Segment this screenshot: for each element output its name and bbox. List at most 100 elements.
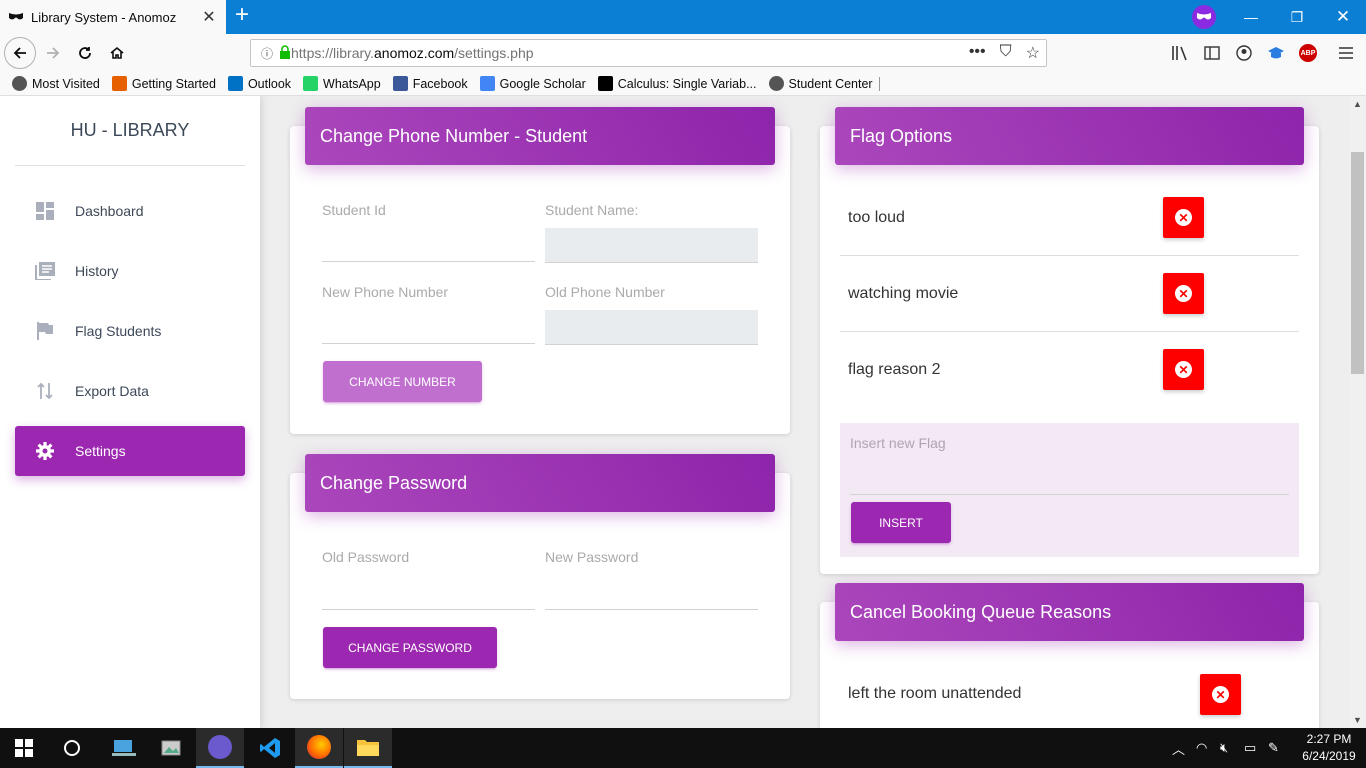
insert-flag-button[interactable]: INSERT — [851, 502, 951, 543]
mask-favicon-icon — [8, 9, 24, 25]
hamburger-menu-icon[interactable] — [1336, 43, 1356, 63]
student-id-input[interactable] — [322, 261, 535, 262]
lock-icon — [279, 45, 291, 62]
bookmark-label: WhatsApp — [323, 76, 381, 91]
close-circle-icon: ✕ — [1212, 686, 1229, 703]
new-phone-label: New Phone Number — [322, 284, 449, 300]
sidebar-item-label: History — [75, 263, 119, 279]
cancel-card-title: Cancel Booking Queue Reasons — [835, 583, 1304, 641]
sidebar-toggle-icon[interactable] — [1202, 43, 1222, 63]
bookmark-label: Facebook — [412, 76, 468, 91]
scroll-down-arrow-icon[interactable]: ▼ — [1349, 712, 1366, 728]
change-password-button[interactable]: CHANGE PASSWORD — [323, 627, 497, 668]
clock-time: 2:27 PM — [1306, 732, 1352, 746]
reload-icon[interactable] — [70, 38, 100, 68]
bookmark-label: Student Center — [788, 76, 873, 91]
private-mask-icon — [1192, 5, 1216, 29]
firefox-taskbar-icon[interactable] — [295, 728, 343, 768]
bookmark-item[interactable]: Student Center — [768, 76, 873, 91]
cortana-search-icon[interactable] — [48, 728, 96, 768]
globe-icon — [768, 76, 784, 91]
calculus-icon — [597, 76, 613, 91]
scroll-up-arrow-icon[interactable]: ▲ — [1349, 96, 1366, 112]
clock-date: 6/24/2019 — [1302, 749, 1356, 763]
back-arrow-icon[interactable] — [4, 37, 36, 69]
export-icon — [35, 381, 55, 401]
volume-muted-icon[interactable]: 🔇︎ — [1220, 740, 1244, 756]
restore-icon[interactable]: ❐ — [1274, 0, 1320, 34]
photos-app-icon[interactable] — [148, 728, 196, 768]
tab-title: Library System - Anomoz — [31, 9, 177, 25]
bookmark-item[interactable]: Outlook — [227, 76, 292, 91]
windows-taskbar: ︿ ◠ 🔇︎ ▭ ✎ 2:27 PM 6/24/2019 — [0, 728, 1366, 768]
forward-arrow-icon[interactable] — [38, 38, 68, 68]
windows-start-icon[interactable] — [0, 728, 48, 768]
sidebar-item-dashboard[interactable]: Dashboard — [15, 186, 245, 236]
facebook-icon — [392, 76, 408, 91]
flag-option-row: too loud ✕ — [840, 180, 1299, 256]
page-scrollbar[interactable]: ▲ ▼ — [1349, 96, 1366, 728]
insert-flag-input[interactable]: Insert new Flag — [850, 435, 946, 451]
sidebar-item-flag-students[interactable]: Flag Students — [15, 306, 245, 356]
bookmark-item[interactable]: Most Visited — [12, 76, 100, 91]
student-name-field — [545, 228, 758, 263]
library-icon[interactable] — [1170, 43, 1190, 63]
tray-chevron-up-icon[interactable]: ︿ — [1172, 739, 1190, 758]
account-icon[interactable] — [1234, 43, 1254, 63]
app-cat-icon[interactable] — [196, 728, 244, 768]
close-circle-icon: ✕ — [1175, 285, 1192, 302]
brand-title[interactable]: HU - LIBRARY — [15, 96, 245, 166]
computer-app-icon[interactable] — [100, 728, 148, 768]
flag-option-text: watching movie — [848, 285, 959, 302]
bookmark-star-icon[interactable]: ☆ — [1026, 43, 1040, 63]
minimize-icon[interactable]: — — [1228, 0, 1274, 34]
sidebar-item-settings[interactable]: Settings — [15, 426, 245, 476]
dashboard-icon — [35, 201, 55, 221]
sidebar-item-history[interactable]: History — [15, 246, 245, 296]
change-number-button[interactable]: CHANGE NUMBER — [323, 361, 482, 402]
password-card-title: Change Password — [305, 454, 775, 512]
delete-flag-button[interactable]: ✕ — [1163, 273, 1204, 314]
new-password-label: New Password — [545, 549, 639, 565]
vscode-icon[interactable] — [246, 728, 294, 768]
flag-option-text: too loud — [848, 209, 905, 226]
url-bar[interactable]: ⓘ https://library.anomoz.com/settings.ph… — [250, 39, 1047, 67]
new-phone-input[interactable] — [322, 343, 535, 344]
new-password-input[interactable] — [545, 609, 758, 610]
file-explorer-icon[interactable] — [344, 728, 392, 768]
old-password-input[interactable] — [322, 609, 535, 610]
sidebar-item-label: Settings — [75, 443, 126, 459]
pen-icon[interactable]: ✎ — [1268, 740, 1292, 756]
bookmark-item[interactable]: Getting Started — [111, 76, 216, 91]
delete-flag-button[interactable]: ✕ — [1163, 349, 1204, 390]
bookmark-item[interactable]: Calculus: Single Variab... — [597, 76, 757, 91]
history-icon — [35, 261, 55, 281]
sidebar-item-export-data[interactable]: Export Data — [15, 366, 245, 416]
pocket-icon[interactable]: ⛉ — [1000, 43, 1012, 63]
bookmark-item[interactable]: Facebook — [392, 76, 468, 91]
delete-reason-button[interactable]: ✕ — [1200, 674, 1241, 715]
close-tab-icon[interactable]: ✕ — [200, 7, 218, 27]
gear-icon — [12, 76, 27, 91]
bookmark-item[interactable]: Google Scholar — [479, 76, 586, 91]
firefox-icon — [111, 76, 127, 91]
bookmark-label: Outlook — [247, 76, 292, 91]
browser-tab[interactable]: Library System - Anomoz ✕ — [0, 0, 226, 34]
student-name-label: Student Name: — [545, 202, 639, 218]
battery-icon[interactable]: ▭ — [1244, 740, 1268, 756]
new-tab-button[interactable]: + — [230, 3, 254, 28]
info-icon[interactable]: ⓘ — [261, 45, 273, 62]
bookmark-item[interactable]: WhatsApp — [303, 76, 381, 91]
taskbar-clock[interactable]: 2:27 PM 6/24/2019 — [1296, 731, 1362, 765]
delete-flag-button[interactable]: ✕ — [1163, 197, 1204, 238]
close-window-icon[interactable]: ✕ — [1320, 0, 1366, 34]
sidebar: HU - LIBRARY Dashboard History Flag Stud… — [0, 96, 260, 728]
wifi-icon[interactable]: ◠ — [1196, 740, 1220, 756]
browser-nav-bar: ⓘ https://library.anomoz.com/settings.ph… — [0, 34, 1366, 72]
extension-cap-icon[interactable] — [1266, 43, 1286, 63]
scrollbar-thumb[interactable] — [1351, 152, 1364, 374]
adblock-icon[interactable]: ABP — [1298, 43, 1318, 63]
page-actions-icon[interactable]: ••• — [969, 43, 986, 63]
bookmark-label: Calculus: Single Variab... — [617, 76, 757, 91]
home-icon[interactable] — [102, 38, 132, 68]
